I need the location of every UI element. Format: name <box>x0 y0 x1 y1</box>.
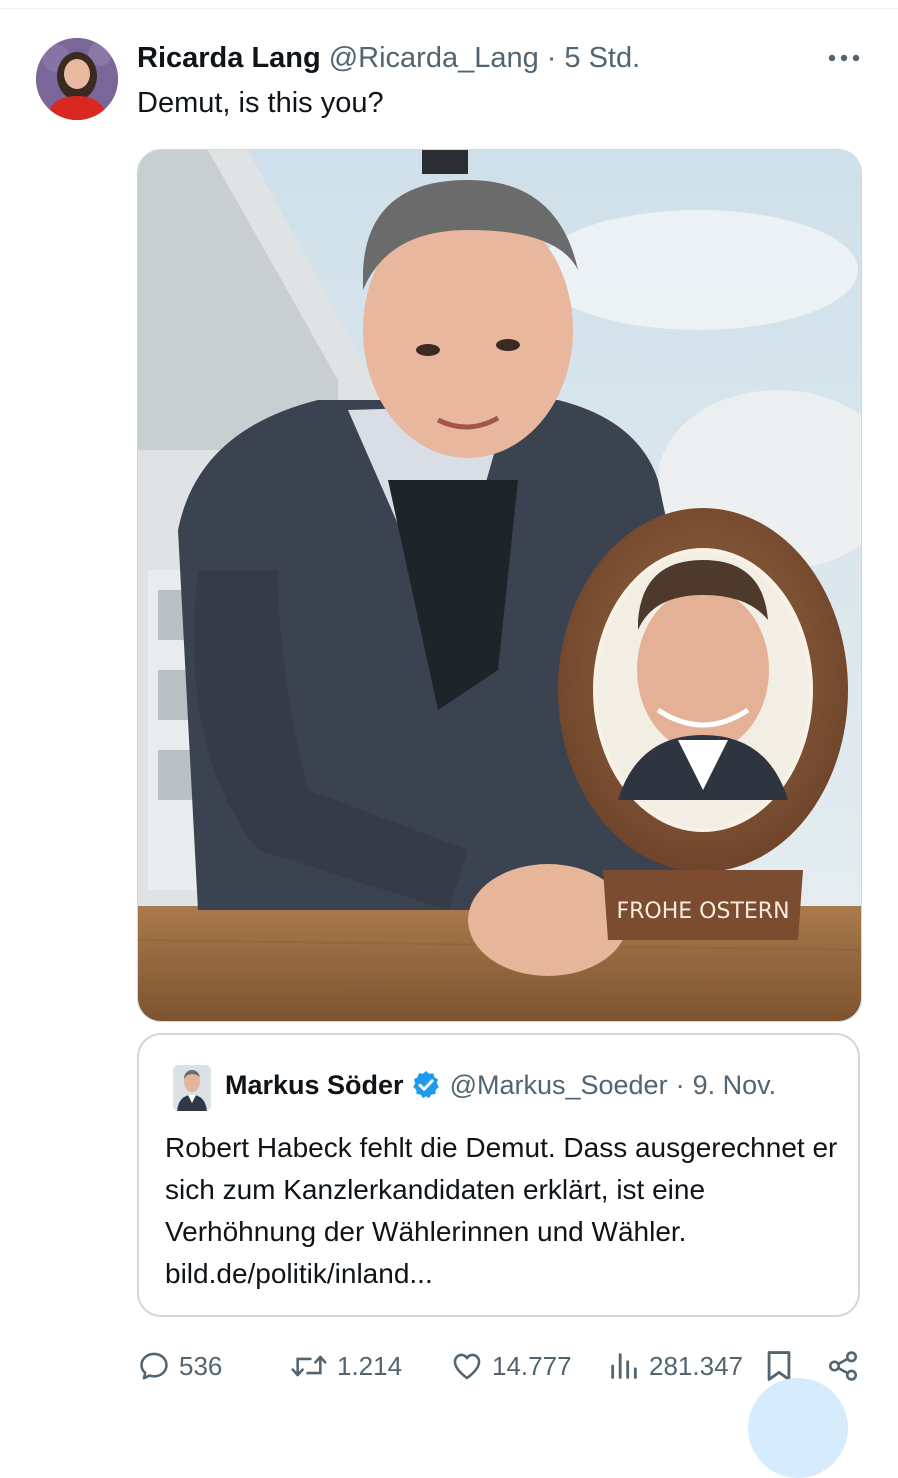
like-button[interactable]: 14.777 <box>450 1340 572 1392</box>
analytics-icon <box>611 1353 637 1379</box>
retweet-icon <box>291 1355 327 1377</box>
quoted-author-handle[interactable]: @Markus_Soeder <box>450 1070 668 1101</box>
views-count: 281.347 <box>649 1350 743 1381</box>
quoted-tweet-card[interactable]: Markus Söder @Markus_Soeder · 9. Nov. Ro… <box>137 1033 860 1317</box>
like-count: 14.777 <box>492 1350 572 1381</box>
author-name[interactable]: Ricarda Lang <box>137 42 321 75</box>
more-icon <box>828 54 860 62</box>
reply-count: 536 <box>179 1350 223 1381</box>
reply-button[interactable]: 536 <box>137 1340 222 1392</box>
header-separator: · <box>546 41 557 74</box>
views-button[interactable]: 281.347 <box>607 1340 743 1392</box>
retweet-button[interactable]: 1.214 <box>289 1340 402 1392</box>
egg-stand-text: FROHE OSTERN <box>616 899 789 924</box>
heart-icon <box>453 1353 481 1380</box>
top-divider <box>0 8 898 9</box>
retweet-count: 1.214 <box>337 1350 403 1381</box>
quoted-tweet-text: Robert Habeck fehlt die Demut. Dass ausg… <box>165 1132 838 1289</box>
tweet-timestamp[interactable]: 5 Std. <box>564 42 640 75</box>
quoted-date[interactable]: 9. Nov. <box>693 1070 777 1101</box>
quoted-separator: · <box>675 1069 685 1100</box>
tweet-text: Demut, is this you? <box>137 87 384 119</box>
share-icon <box>828 1351 858 1381</box>
quoted-author-name[interactable]: Markus Söder <box>225 1070 404 1101</box>
author-handle[interactable]: @Ricarda_Lang <box>329 42 539 75</box>
more-options-button[interactable] <box>826 44 862 72</box>
verified-badge-icon <box>412 1071 439 1099</box>
share-button[interactable] <box>826 1340 868 1392</box>
author-avatar[interactable] <box>36 38 118 120</box>
quoted-author-avatar[interactable] <box>173 1065 211 1111</box>
tweet-action-bar: 536 1.214 14.777 281.347 <box>137 1340 860 1392</box>
quoted-tweet-header: Markus Söder @Markus_Soeder · 9. Nov. <box>225 1067 776 1103</box>
tweet-header: Ricarda Lang @Ricarda_Lang · 5 Std. <box>137 38 640 78</box>
tweet-media-image[interactable]: FROHE OSTERN <box>137 149 862 1022</box>
compose-fab-button[interactable] <box>748 1378 848 1478</box>
reply-icon <box>140 1352 168 1380</box>
